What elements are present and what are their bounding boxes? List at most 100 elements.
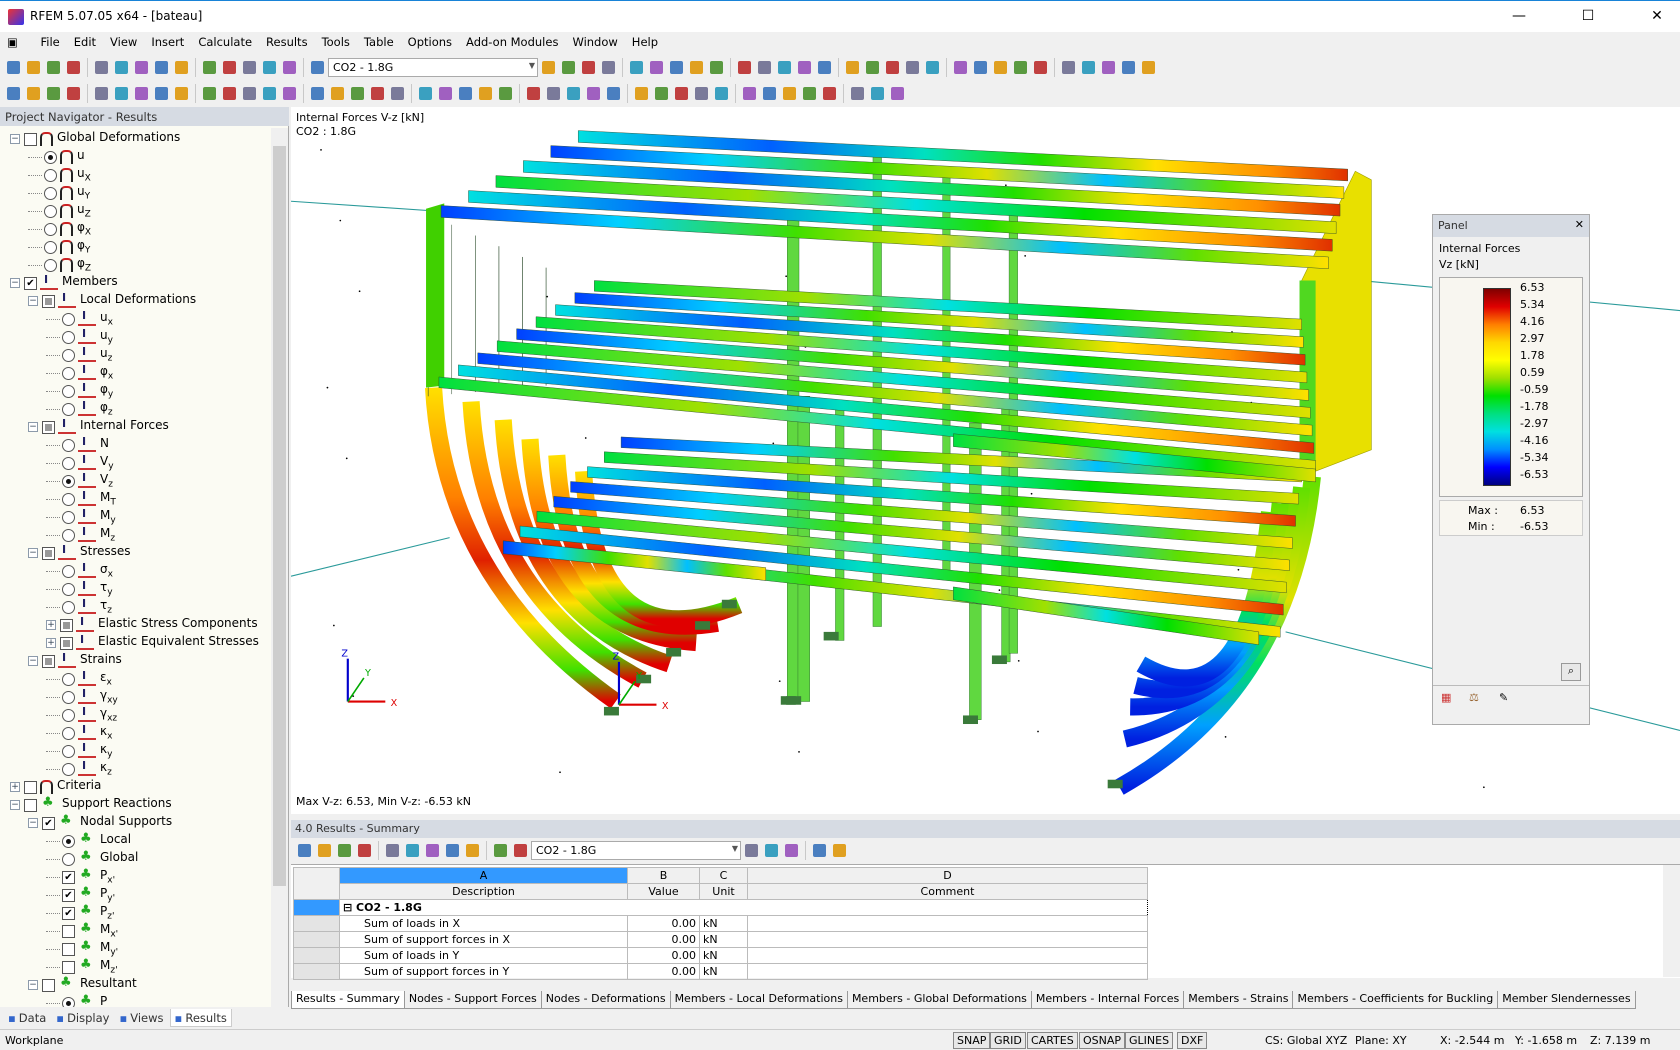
tree-item[interactable]: ✔ Pz' (46, 903, 114, 922)
load-icon[interactable] (584, 84, 603, 103)
isometric-icon[interactable] (599, 58, 618, 77)
nav-next-icon[interactable] (923, 58, 942, 77)
comment-icon[interactable] (672, 84, 691, 103)
deformation-icon[interactable] (971, 58, 990, 77)
tree-item[interactable]: uY (28, 184, 90, 202)
col-b[interactable]: B (627, 867, 700, 884)
view-z-icon[interactable] (740, 84, 759, 103)
new-icon[interactable] (4, 58, 23, 77)
tree-item[interactable]: My (46, 507, 116, 526)
col-d[interactable]: D (747, 867, 1148, 884)
radio-button[interactable] (62, 402, 75, 416)
toggle-snap[interactable]: SNAP (953, 1032, 991, 1049)
view-x-icon[interactable] (692, 84, 711, 103)
print-icon[interactable] (755, 58, 774, 77)
load-case-combo[interactable]: CO2 - 1.8G ▼ (328, 58, 538, 77)
checkbox[interactable] (24, 798, 37, 812)
select-icon[interactable] (627, 58, 646, 77)
nav-prev-icon[interactable] (903, 58, 922, 77)
checkbox[interactable] (42, 654, 55, 668)
checkbox[interactable]: ✔ (62, 870, 75, 884)
menu-help[interactable]: Help (625, 32, 665, 52)
collapse-icon[interactable]: − (28, 422, 38, 432)
table-row[interactable]: Sum of support forces in Y 0.00 kN (293, 963, 1148, 980)
tree-item[interactable]: σx (46, 561, 113, 580)
solid-icon[interactable] (328, 84, 347, 103)
wireframe-icon[interactable] (780, 84, 799, 103)
calculate-icon[interactable] (815, 58, 834, 77)
radio-button[interactable] (62, 672, 75, 686)
support[interactable] (1107, 779, 1123, 789)
open-icon[interactable] (24, 58, 43, 77)
radio-button[interactable] (44, 150, 57, 164)
line-icon[interactable] (496, 84, 515, 103)
surface-icon[interactable] (64, 84, 83, 103)
col-a[interactable]: A (339, 867, 628, 884)
results-tab[interactable]: Members - Internal Forces (1030, 991, 1185, 1009)
col-c[interactable]: C (699, 867, 748, 884)
checkbox[interactable] (42, 546, 55, 560)
tree-item[interactable]: uz (46, 345, 112, 364)
tree-item[interactable]: κx (46, 723, 112, 742)
menu-add-on-modules[interactable]: Add-on Modules (459, 32, 565, 52)
tree-item[interactable]: N (46, 435, 109, 454)
legend-icon[interactable] (456, 84, 475, 103)
collapse-icon[interactable]: − (10, 800, 20, 810)
tree-item[interactable]: γxz (46, 705, 117, 724)
menu-options[interactable]: Options (401, 32, 459, 52)
save-icon[interactable] (335, 841, 354, 860)
toggle-glines[interactable]: GLINES (1125, 1032, 1174, 1049)
tree-item[interactable]: Global (46, 849, 138, 868)
radio-button[interactable] (44, 222, 57, 236)
checkbox[interactable] (62, 924, 75, 938)
print-icon[interactable] (64, 58, 83, 77)
radio-button[interactable] (62, 510, 75, 524)
support-icon[interactable] (92, 84, 111, 103)
column[interactable] (797, 396, 810, 702)
grid-icon[interactable] (632, 84, 651, 103)
tree-item[interactable]: −✔ Members (10, 273, 118, 292)
radio-button[interactable] (62, 366, 75, 380)
tree-item[interactable]: τy (46, 579, 113, 598)
results-tab[interactable]: Nodes - Deformations (540, 991, 671, 1009)
tree-item[interactable]: + Criteria (10, 778, 101, 796)
comment-icon[interactable] (200, 84, 219, 103)
nav-next-icon[interactable] (240, 58, 259, 77)
menu-file[interactable]: File (34, 32, 67, 52)
menu-table[interactable]: Table (357, 32, 401, 52)
radio-button[interactable] (44, 168, 57, 182)
display-icon[interactable] (951, 58, 970, 77)
checkbox[interactable] (62, 942, 75, 956)
member-icon[interactable] (44, 84, 63, 103)
calculate-icon[interactable] (132, 58, 151, 77)
expand-icon[interactable]: + (46, 620, 56, 630)
balance-icon[interactable]: ⚖ (1469, 691, 1479, 704)
excel-icon[interactable] (810, 841, 829, 860)
tree-item[interactable]: Mz' (46, 957, 118, 976)
menu-view[interactable]: View (103, 32, 144, 52)
support[interactable] (786, 696, 802, 705)
tree-item[interactable]: ux (46, 309, 113, 328)
save-icon[interactable] (44, 58, 63, 77)
tree-item[interactable]: ✔ Px' (46, 867, 115, 886)
table-icon[interactable] (830, 841, 849, 860)
undo-icon[interactable] (383, 841, 402, 860)
nav-prev-icon[interactable] (511, 841, 530, 860)
tree-item[interactable]: Vy (46, 453, 114, 472)
radio-button[interactable] (44, 258, 57, 272)
tree-item[interactable]: − Resultant (28, 975, 137, 994)
table-icon[interactable] (436, 84, 455, 103)
collapse-icon[interactable]: − (28, 296, 38, 306)
collapse-icon[interactable]: − (28, 980, 38, 990)
support[interactable] (695, 621, 711, 630)
tree-item[interactable]: My' (46, 939, 118, 958)
iso-icon[interactable] (760, 84, 779, 103)
render-icon[interactable] (200, 58, 219, 77)
radio-button[interactable] (44, 240, 57, 254)
checkbox[interactable] (60, 618, 73, 632)
wireframe-icon[interactable] (308, 84, 327, 103)
group-row[interactable]: ⊟ CO2 - 1.8G (339, 899, 1148, 916)
menu-results[interactable]: Results (259, 32, 315, 52)
radio-button[interactable] (62, 690, 75, 704)
filter-icon[interactable] (1119, 58, 1138, 77)
